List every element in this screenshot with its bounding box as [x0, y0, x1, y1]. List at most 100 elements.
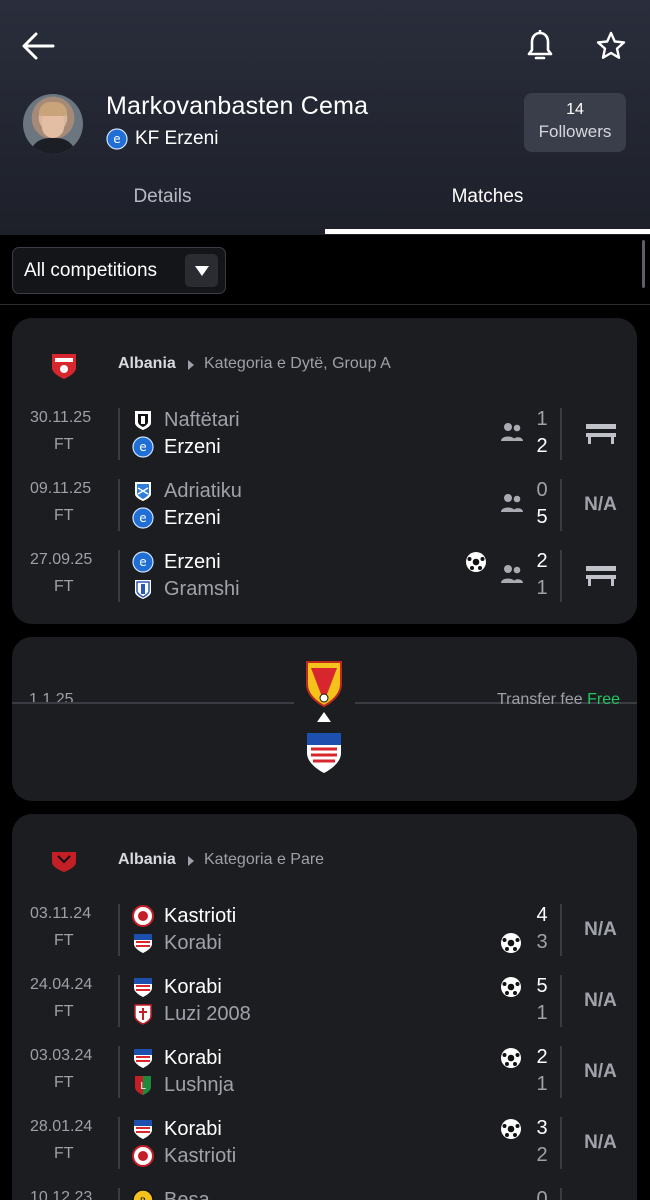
league-country: Albania [118, 355, 176, 372]
player-avatar [23, 94, 83, 154]
competition-filter-label: All competitions [24, 259, 158, 281]
match-date: 03.11.24 [30, 905, 92, 922]
league-header[interactable]: Albania Kategoria e Pare [12, 814, 637, 904]
away-score: 1 [536, 577, 548, 599]
match-date: 24.04.24 [30, 976, 93, 993]
home-team: Korabi [164, 1046, 222, 1069]
row-divider [560, 1046, 562, 1098]
luzi-2008-crest-icon [134, 1004, 152, 1025]
home-team: Adriatiku [164, 479, 242, 502]
home-team: Korabi [164, 1117, 222, 1140]
competition-filter[interactable]: All competitions [12, 247, 226, 294]
naftetari-crest-icon [135, 411, 151, 430]
match-row[interactable]: 09.11.25 FT Adriatiku e Erzeni 0 5 N/A [12, 479, 637, 539]
svg-text:L: L [140, 1081, 146, 1092]
svg-text:e: e [113, 132, 120, 146]
row-divider [560, 904, 562, 956]
league-country: Albania [118, 851, 176, 868]
ball-icon [501, 1119, 521, 1139]
away-team: Lushnja [164, 1073, 235, 1096]
korabi-crest-icon [307, 733, 341, 773]
transfer-fee-value: Free [587, 691, 620, 708]
ball-icon [501, 977, 521, 997]
tab-matches[interactable]: Matches [325, 186, 650, 208]
match-row[interactable]: 03.11.24 FT Kastrioti Korabi 4 3 N/A [12, 904, 637, 964]
followers-badge[interactable]: 14 Followers [524, 93, 626, 152]
gramshi-crest-icon [135, 580, 151, 599]
back-arrow-icon [22, 32, 55, 60]
away-score: 2 [536, 1144, 548, 1166]
away-team: Korabi [164, 931, 222, 954]
rating-na: N/A [584, 919, 617, 940]
match-date: 30.11.25 [30, 409, 92, 426]
away-score: 1 [536, 1073, 548, 1095]
svg-text:e: e [139, 511, 146, 525]
tab-details[interactable]: Details [0, 186, 325, 208]
people-icon [501, 494, 523, 512]
followers-label: Followers [538, 122, 612, 141]
bench-icon [564, 550, 637, 602]
away-team: Kastrioti [164, 1144, 237, 1167]
match-status: FT [54, 507, 74, 524]
favorite-button[interactable] [587, 22, 635, 70]
away-team: Luzi 2008 [164, 1002, 251, 1025]
korabi-crest-icon [134, 1120, 152, 1139]
home-team: Korabi [164, 975, 222, 998]
match-row[interactable]: 03.03.24 FT Korabi L Lushnja 2 1 N/A [12, 1046, 637, 1106]
filter-divider [0, 304, 650, 305]
home-team: Kastrioti [164, 904, 237, 927]
match-date: 27.09.25 [30, 551, 93, 568]
home-score: 0 [536, 479, 548, 501]
bench-icon [564, 408, 637, 460]
match-status: FT [54, 932, 74, 949]
row-divider [560, 1117, 562, 1169]
match-status: FT [54, 1074, 74, 1091]
kastrioti-crest-icon [132, 905, 154, 927]
transfer-card[interactable]: 1.1.25 Transfer fee Free [12, 637, 637, 801]
league-header[interactable]: Albania Kategoria e Dytë, Group A [12, 318, 637, 408]
match-row[interactable]: 24.04.24 FT Korabi Luzi 2008 5 1 N/A [12, 975, 637, 1035]
match-row[interactable]: 28.01.24 FT Korabi Kastrioti 3 2 N/A [12, 1117, 637, 1177]
match-date: 28.01.24 [30, 1118, 93, 1135]
rating-na: N/A [584, 990, 617, 1011]
back-button[interactable] [14, 22, 62, 70]
home-score: 4 [536, 904, 548, 926]
row-divider [560, 1188, 562, 1200]
home-score: 0 [536, 1188, 548, 1200]
transfer-date: 1.1.25 [29, 691, 74, 708]
rating-na: N/A [584, 494, 617, 515]
notify-button[interactable] [516, 22, 564, 70]
kategoria-pare-logo-icon [52, 852, 76, 872]
people-icon [501, 423, 523, 441]
row-divider [118, 479, 120, 531]
row-divider [118, 408, 120, 460]
player-team[interactable]: e KF Erzeni [106, 128, 218, 150]
match-row[interactable]: 30.11.25 FT Naftëtari e Erzeni 1 2 [12, 408, 637, 468]
home-score: 1 [536, 408, 548, 430]
star-icon [596, 31, 626, 59]
erzeni-crest-icon: e [132, 507, 154, 529]
home-score: 3 [536, 1117, 548, 1139]
svg-text:e: e [139, 440, 146, 454]
bell-icon [527, 30, 553, 60]
match-date: 09.11.25 [30, 480, 92, 497]
besa-crest-icon: B [132, 1189, 154, 1200]
player-name: Markovanbasten Cema [106, 92, 369, 120]
ball-icon [501, 933, 521, 953]
home-score: 2 [536, 550, 548, 572]
league-name: Kategoria e Pare [204, 851, 325, 868]
match-status: FT [54, 1003, 74, 1020]
team-name: KF Erzeni [135, 128, 219, 149]
match-row[interactable]: 27.09.25 FT e Erzeni Gramshi 2 1 [12, 550, 637, 610]
row-divider [118, 550, 120, 602]
ball-icon [466, 552, 486, 572]
match-status: FT [54, 436, 74, 453]
rating-na: N/A [584, 1061, 617, 1082]
adriatiku-crest-icon [135, 482, 151, 501]
scrollbar[interactable] [642, 240, 645, 288]
match-row[interactable]: 10.12.23 B Besa 0 [12, 1188, 637, 1200]
erzeni-crest-icon: e [132, 551, 154, 573]
ball-icon [501, 1048, 521, 1068]
transfer-fee-label: Transfer fee [496, 691, 583, 708]
row-divider [560, 550, 562, 602]
